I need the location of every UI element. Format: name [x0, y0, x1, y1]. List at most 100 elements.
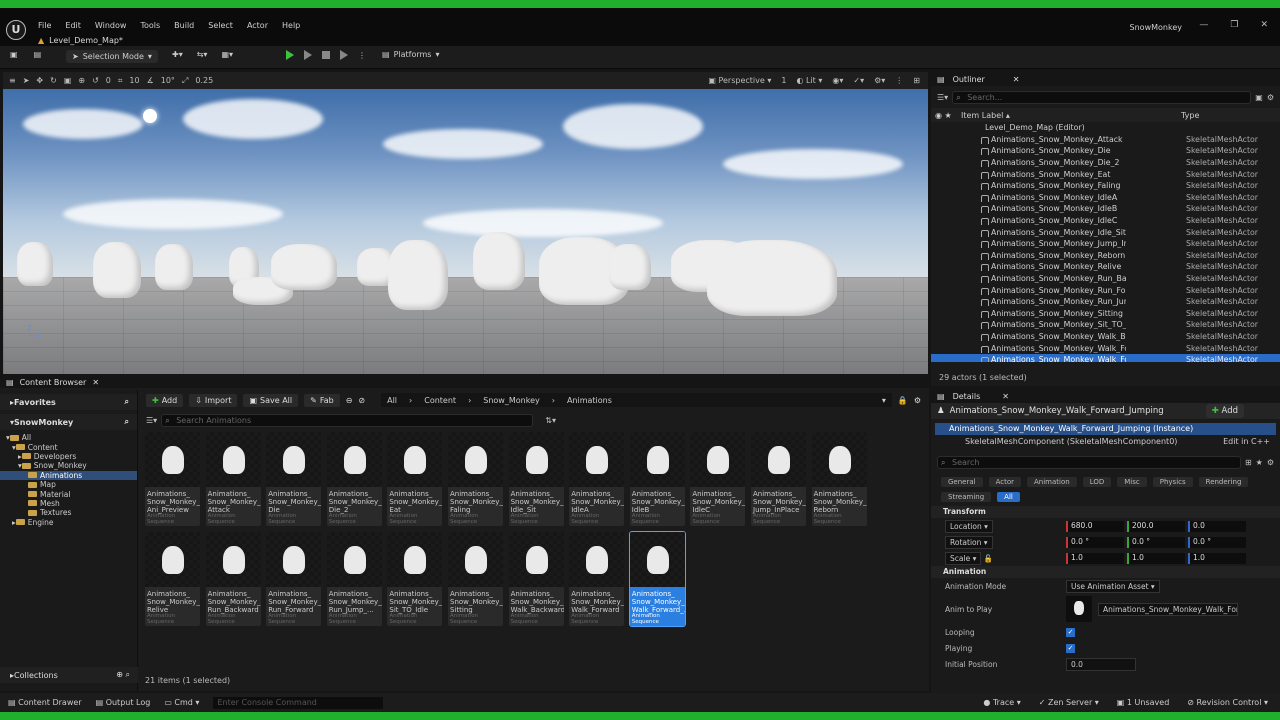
- settings-icon[interactable]: ⚙: [914, 396, 921, 405]
- tree-item-content[interactable]: ▾ Content: [0, 442, 137, 452]
- component-row[interactable]: SkeletalMeshComponent (SkeletalMeshCompo…: [931, 435, 1280, 448]
- asset-tile[interactable]: Animations_ Snow_Monkey_ Relive Animation…: [145, 532, 200, 626]
- asset-tile[interactable]: Animations_ Snow_Monkey_ Walk_Backward An…: [508, 532, 564, 626]
- stop-icon[interactable]: [322, 51, 330, 59]
- cinematics-icon[interactable]: ▦▾: [221, 50, 233, 59]
- rotation-y[interactable]: 0.0 °: [1127, 536, 1185, 548]
- settings-icon[interactable]: ⚙: [1267, 93, 1274, 102]
- save-icon[interactable]: ▣: [10, 50, 18, 59]
- revision-control-button[interactable]: ⊘ Revision Control ▾: [1187, 698, 1268, 707]
- outliner-row[interactable]: Animations_Snow_Monkey_Idle_Sit SkeletalM…: [931, 226, 1280, 238]
- scale-y[interactable]: 1.0: [1127, 552, 1185, 564]
- back-icon[interactable]: ⊖: [346, 396, 353, 405]
- rotation-z[interactable]: 0.0 °: [1188, 536, 1246, 548]
- category-filter[interactable]: Streaming: [941, 492, 992, 502]
- world-space-icon[interactable]: ⊕: [78, 76, 85, 85]
- crumb-all[interactable]: All: [387, 396, 397, 405]
- category-filter[interactable]: All: [997, 492, 1020, 502]
- asset-tile[interactable]: Animations_ Snow_Monkey_ Die_2 Animation …: [326, 432, 382, 526]
- menu-item[interactable]: Edit: [65, 21, 81, 30]
- platforms-dropdown[interactable]: ▤ Platforms ▾: [382, 50, 439, 59]
- outliner-row[interactable]: Animations_Snow_Monkey_Jump_InPlace Skele…: [931, 238, 1280, 250]
- tree-item-all[interactable]: ▾ All: [0, 433, 137, 442]
- minimize-icon[interactable]: —: [1199, 20, 1208, 30]
- playing-checkbox[interactable]: ✓: [1066, 643, 1075, 653]
- select-tool-icon[interactable]: ➤: [23, 76, 30, 85]
- filter-icon[interactable]: ☰▾: [937, 93, 948, 102]
- outliner-row[interactable]: Animations_Snow_Monkey_IdleB SkeletalMesh…: [931, 203, 1280, 215]
- add-folder-icon[interactable]: ▣: [1255, 93, 1263, 102]
- forward-icon[interactable]: ⊘: [358, 396, 365, 405]
- rotation-x[interactable]: 0.0 °: [1066, 536, 1124, 548]
- more-options-icon[interactable]: ⋮: [358, 51, 366, 60]
- asset-tile[interactable]: Animations_ Snow_Monkey_ Die Animation Se…: [266, 432, 322, 526]
- outliner-root[interactable]: Level_Demo_Map (Editor): [931, 122, 1280, 134]
- menu-item[interactable]: Actor: [247, 21, 268, 30]
- outliner-row[interactable]: Animations_Snow_Monkey_Walk_Forward_Jump…: [931, 353, 1280, 362]
- outliner-row[interactable]: Animations_Snow_Monkey_Walk_Backward Skel…: [931, 331, 1280, 343]
- asset-tile[interactable]: Animations_ Snow_Monkey_ Sitting Animatio…: [448, 532, 503, 626]
- outliner-row[interactable]: Animations_Snow_Monkey_Eat SkeletalMeshAc…: [931, 168, 1280, 180]
- location-x[interactable]: 680.0: [1066, 520, 1124, 532]
- selection-mode-dropdown[interactable]: ➤ Selection Mode ▾: [66, 50, 158, 63]
- tree-item-mesh[interactable]: Mesh: [0, 499, 137, 508]
- surface-snap-icon[interactable]: ↺: [92, 76, 99, 85]
- category-filter[interactable]: LOD: [1082, 477, 1112, 487]
- rotate-tool-icon[interactable]: ↻: [50, 76, 57, 85]
- show-flags-icon[interactable]: ◉▾: [832, 76, 843, 85]
- perspective-dropdown[interactable]: ▣ Perspective ▾: [708, 76, 771, 85]
- lock-icon[interactable]: 🔓: [984, 554, 993, 563]
- outliner-row[interactable]: Animations_Snow_Monkey_Run_Forward Skelet…: [931, 284, 1280, 296]
- category-filter[interactable]: Rendering: [1198, 477, 1249, 487]
- axis-snap-value[interactable]: 0: [106, 76, 111, 85]
- eject-icon[interactable]: [340, 50, 348, 60]
- unsaved-button[interactable]: ▣ 1 Unsaved: [1117, 698, 1169, 707]
- crumb-snow-monkey[interactable]: Snow_Monkey: [483, 396, 539, 405]
- realtime-icon[interactable]: ✓▾: [853, 76, 864, 85]
- initial-position-input[interactable]: 0.0: [1066, 657, 1136, 671]
- asset-tile[interactable]: Animations_ Snow_Monkey_ Reborn Animation…: [811, 432, 867, 526]
- tree-item-textures[interactable]: Textures: [0, 508, 137, 517]
- asset-search-input[interactable]: Search Animations: [161, 413, 534, 427]
- asset-tile[interactable]: Animations_ Snow_Monkey_ Faling Animation…: [448, 432, 503, 526]
- play-icon[interactable]: [286, 50, 294, 60]
- scale-dropdown[interactable]: Scale ▾: [945, 551, 982, 565]
- asset-tile[interactable]: Animations_ Snow_Monkey_ Ani_Preview Anim…: [145, 432, 200, 526]
- scale-tool-icon[interactable]: ▣: [64, 76, 72, 85]
- scale-x[interactable]: 1.0: [1066, 552, 1124, 564]
- asset-tile[interactable]: Animations_ Snow_Monkey_ Sit_TO_Idle Anim…: [387, 532, 443, 626]
- move-tool-icon[interactable]: ✥: [36, 76, 43, 85]
- step-icon[interactable]: [304, 50, 312, 60]
- close-icon[interactable]: ✕: [1260, 20, 1268, 30]
- tree-item-developers[interactable]: ▸ Developers: [0, 452, 137, 461]
- view-count[interactable]: 1: [781, 76, 786, 85]
- level-viewport[interactable]: ≡ ➤ ✥ ↻ ▣ ⊕ ↺ 0 ⌗ 10 ∡ 10° ⤢ 0.25 ▣ Pers…: [3, 72, 928, 374]
- tree-item-material[interactable]: Material: [0, 489, 137, 499]
- more-icon[interactable]: ⋮: [895, 76, 903, 85]
- content-browser-tab[interactable]: Content Browser: [20, 378, 87, 387]
- settings-icon[interactable]: ⚙▾: [874, 76, 885, 85]
- settings-icon[interactable]: ⚙: [1267, 458, 1274, 467]
- layout-icon[interactable]: ⊞: [913, 76, 920, 85]
- category-filter[interactable]: Actor: [988, 477, 1022, 487]
- outliner-search-input[interactable]: Search...: [952, 90, 1252, 104]
- history-dropdown-icon[interactable]: ▾: [882, 396, 886, 405]
- outliner-row[interactable]: Animations_Snow_Monkey_Reborn SkeletalMes…: [931, 250, 1280, 262]
- outliner-row[interactable]: Animations_Snow_Monkey_Die_2 SkeletalMesh…: [931, 157, 1280, 169]
- asset-tile[interactable]: Animations_ Snow_Monkey_ IdleC Animation …: [690, 432, 746, 526]
- save-all-button[interactable]: ▣ Save All: [243, 393, 299, 407]
- menu-item[interactable]: Help: [282, 21, 300, 30]
- asset-tile[interactable]: Animations_ Snow_Monkey_ Eat Animation Se…: [387, 432, 443, 526]
- output-log-button[interactable]: ▤ Output Log: [96, 698, 151, 707]
- asset-tile[interactable]: Animations_ Snow_Monkey_ Jump_InPlace Ani…: [751, 432, 806, 526]
- outliner-row[interactable]: Animations_Snow_Monkey_Run_Backward Skele…: [931, 273, 1280, 285]
- grid-snap-icon[interactable]: ⌗: [118, 76, 123, 86]
- collections-header[interactable]: ▸ Collections ⊕ ⌕: [0, 667, 138, 683]
- menu-item[interactable]: File: [38, 21, 51, 30]
- outliner-row[interactable]: Animations_Snow_Monkey_Sitting SkeletalMe…: [931, 308, 1280, 320]
- close-icon[interactable]: ✕: [1002, 392, 1009, 401]
- import-button[interactable]: ⇩ Import: [189, 393, 238, 407]
- tree-item-map[interactable]: Map: [0, 480, 137, 489]
- anim-to-play-dropdown[interactable]: Animations_Snow_Monkey_Walk_Forward_ ▾: [1098, 602, 1238, 616]
- add-actor-icon[interactable]: ✚▾: [172, 50, 183, 59]
